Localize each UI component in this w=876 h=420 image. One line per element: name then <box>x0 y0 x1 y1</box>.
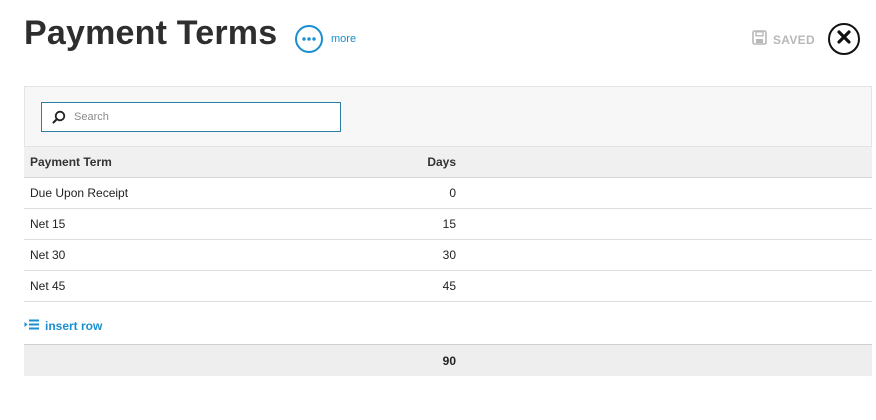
more-button[interactable]: more <box>295 25 356 53</box>
search-box[interactable] <box>41 102 341 132</box>
more-label[interactable]: more <box>331 33 356 45</box>
table-row[interactable]: Net 15 15 <box>24 209 872 240</box>
payment-terms-table: Payment Term Days Due Upon Receipt 0 Net… <box>24 147 872 302</box>
insert-row-icon[interactable] <box>24 319 39 333</box>
days-cell[interactable]: 15 <box>364 217 456 231</box>
payment-term-cell[interactable]: Net 30 <box>24 248 364 262</box>
payment-term-cell[interactable]: Net 15 <box>24 217 364 231</box>
days-cell[interactable]: 0 <box>364 186 456 200</box>
days-cell[interactable]: 30 <box>364 248 456 262</box>
table-row[interactable]: Net 30 30 <box>24 240 872 271</box>
payment-terms-panel: Payment Term Days Due Upon Receipt 0 Net… <box>24 86 872 376</box>
close-x-icon[interactable] <box>837 29 851 49</box>
total-days: 90 <box>442 353 456 368</box>
table-footer-totals: 90 <box>24 344 872 376</box>
save-disk-icon <box>752 30 767 50</box>
search-icon <box>52 110 66 124</box>
close-button[interactable] <box>828 23 860 55</box>
payment-term-cell[interactable]: Due Upon Receipt <box>24 186 364 200</box>
search-input[interactable] <box>72 110 316 124</box>
table-header: Payment Term Days <box>24 147 872 178</box>
more-dots-icon[interactable] <box>295 25 323 53</box>
column-header-days[interactable]: Days <box>364 155 456 169</box>
insert-row-label[interactable]: insert row <box>45 319 102 333</box>
payment-term-cell[interactable]: Net 45 <box>24 279 364 293</box>
column-header-payment-term[interactable]: Payment Term <box>24 155 364 169</box>
search-toolbar <box>24 86 872 147</box>
saved-status: SAVED <box>752 30 815 50</box>
insert-row-button[interactable]: insert row <box>24 319 102 333</box>
days-cell[interactable]: 45 <box>364 279 456 293</box>
saved-label: SAVED <box>773 33 815 47</box>
table-row[interactable]: Net 45 45 <box>24 271 872 302</box>
table-row[interactable]: Due Upon Receipt 0 <box>24 178 872 209</box>
page-title: Payment Terms <box>24 14 278 52</box>
